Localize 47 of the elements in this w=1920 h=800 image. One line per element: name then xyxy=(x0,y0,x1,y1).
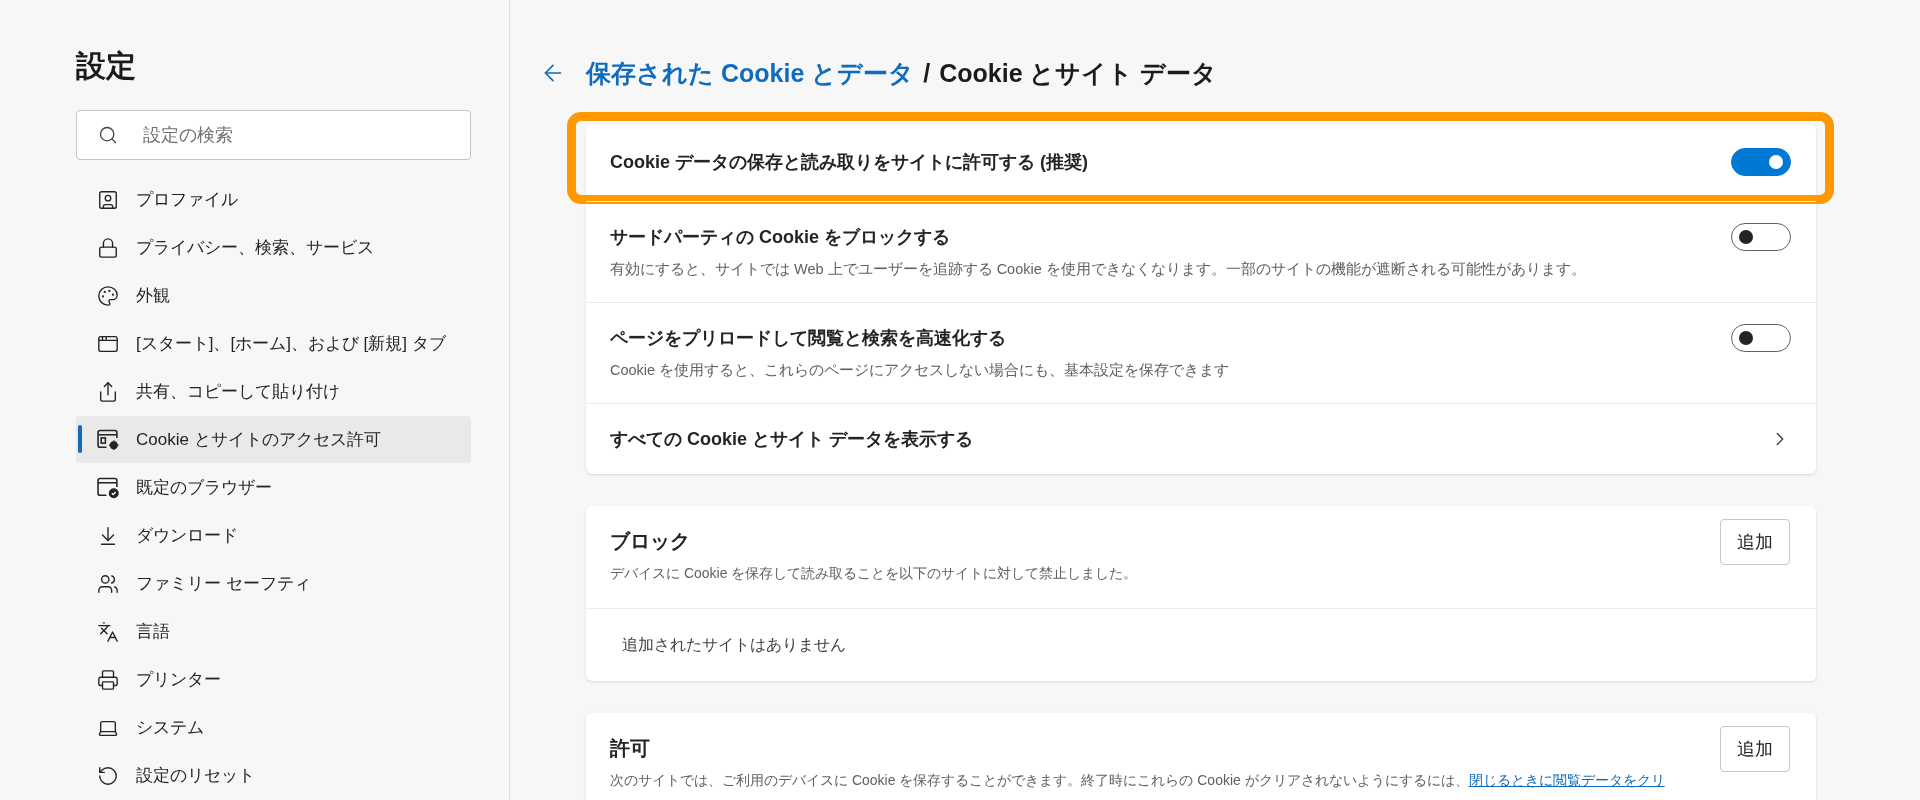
clear-data-link[interactable]: 閉じるときに閲覧データをクリ xyxy=(1468,772,1665,788)
setting-description: Cookie を使用すると、これらのページにアクセスしない場合にも、基本設定を保存できます xyxy=(610,361,1231,380)
lock-icon xyxy=(97,236,119,259)
toggle-switch[interactable] xyxy=(1731,223,1791,251)
empty-message: 追加されたサイトはありません xyxy=(622,635,847,655)
section-description: デバイスに Cookie を保存して読み取ることを以下のサイトに対して禁止しました。 xyxy=(610,564,1139,583)
window-check-icon xyxy=(97,476,119,499)
search-icon xyxy=(98,125,118,145)
breadcrumb-link[interactable]: 保存された Cookie とデータ xyxy=(586,58,915,88)
section-description: 次のサイトでは、ご利用のデバイスに Cookie を保存することができます。終了時にこれらの Cookie がクリアされないようにするには、閉じるときに閲覧データをクリ xyxy=(610,771,1666,790)
sidebar-title: 設定 xyxy=(76,48,137,84)
setting-label: サードパーティの Cookie をブロックする xyxy=(610,226,951,249)
setting-label: ページをプリロードして閲覧と検索を高速化する xyxy=(610,327,1007,350)
sidebar-item[interactable]: ファミリー セーフティ xyxy=(76,560,471,607)
settings-link[interactable]: すべての Cookie とサイト データを表示する xyxy=(586,403,1816,474)
sidebar-item[interactable]: 共有、コピーして貼り付け xyxy=(76,368,471,415)
window-gear-icon xyxy=(97,428,119,451)
language-icon xyxy=(97,620,119,643)
sidebar-item[interactable]: ダウンロード xyxy=(76,512,471,559)
sidebar-item[interactable]: プリンター xyxy=(76,656,471,703)
sidebar-item[interactable]: プライバシー、検索、サービス xyxy=(76,224,471,271)
add-button[interactable]: 追加 xyxy=(1720,726,1790,772)
users-icon xyxy=(97,572,119,595)
sidebar-item[interactable]: [スタート]、[ホーム]、および [新規] タブ xyxy=(76,320,471,367)
section-title: 許可 xyxy=(610,736,651,761)
toggle-switch[interactable] xyxy=(1731,148,1791,176)
add-button[interactable]: 追加 xyxy=(1720,519,1790,565)
user-icon xyxy=(97,188,119,211)
sidebar-item[interactable]: 言語 xyxy=(76,608,471,655)
sidebar-item[interactable]: プロファイル xyxy=(76,176,471,223)
toggle-switch[interactable] xyxy=(1731,324,1791,352)
setting-description: 有効にすると、サイトでは Web 上でユーザーを追跡する Cookie を使用できなくなります。一部のサイトの機能が遮断される可能性があります。 xyxy=(610,260,1587,279)
breadcrumb-separator: / xyxy=(923,58,931,88)
selection-indicator xyxy=(78,425,82,453)
search-field[interactable]: 設定の検索 xyxy=(76,110,471,160)
sidebar-item[interactable]: 設定のリセット xyxy=(76,752,471,799)
section-title: ブロック xyxy=(610,529,691,554)
reset-icon xyxy=(97,764,119,787)
sidebar-item[interactable]: システム xyxy=(76,704,471,751)
sidebar-item[interactable]: 既定のブラウザー xyxy=(76,464,471,511)
sidebar-item[interactable]: Cookie とサイトのアクセス許可 xyxy=(76,416,471,463)
page-title: Cookie とサイト データ xyxy=(939,58,1218,88)
share-icon xyxy=(97,380,119,403)
palette-icon xyxy=(97,284,119,307)
printer-icon xyxy=(97,668,119,691)
sidebar-item[interactable]: 外観 xyxy=(76,272,471,319)
setting-label: Cookie データの保存と読み取りをサイトに許可する (推奨) xyxy=(610,151,1089,174)
